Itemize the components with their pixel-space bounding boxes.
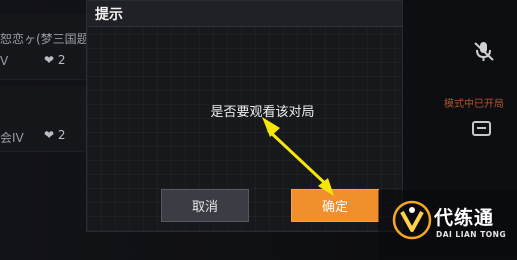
arrow-line	[266, 128, 332, 190]
arrow-head	[262, 117, 280, 137]
daliantong-logo-icon	[392, 200, 432, 240]
watermark-title: 代练通	[434, 207, 495, 229]
watermark-subtitle: DAI LIAN TONG	[436, 230, 507, 239]
